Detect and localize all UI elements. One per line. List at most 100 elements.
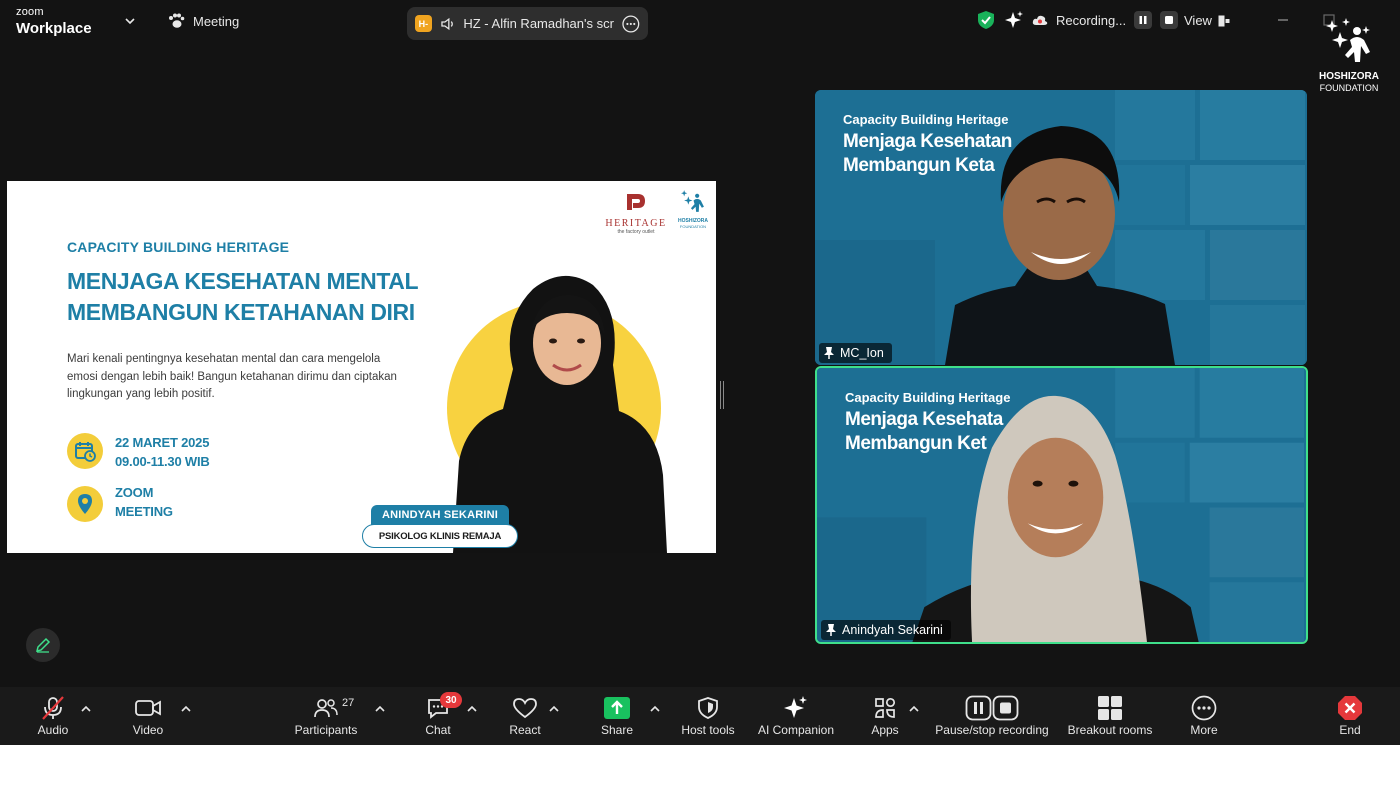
recording-label-toolbar: Pause/stop recording [935,723,1049,737]
video-button[interactable]: Video [128,687,168,745]
react-label: React [509,723,541,737]
share-label: Share [600,723,634,737]
pencil-icon [35,637,51,653]
apps-button[interactable]: Apps [865,687,905,745]
screen-share-indicator[interactable]: H- HZ - Alfin Ramadhan's screen [407,7,648,40]
tile-bg-title-line1: Menjaga Kesehata [845,409,1003,430]
top-bar: zoom Workplace Meeting H- HZ - Alfin Ram… [0,0,1400,93]
zoom-workplace-logo[interactable]: zoom Workplace [16,6,92,37]
end-meeting-button[interactable]: End [1330,687,1370,745]
participants-options-caret-icon[interactable] [374,703,386,715]
sharer-avatar: H- [415,15,432,32]
audio-button[interactable]: Audio [33,687,73,745]
event-date: 22 MARET 2025 [115,435,210,450]
audio-label: Audio [37,723,69,737]
location-pin-icon [67,486,103,522]
ai-companion-sparkle-icon [784,696,807,718]
event-venue: ZOOM MEETING [115,483,173,521]
slide-title-line1: MENJAGA KESEHATAN MENTAL [67,268,419,294]
breakout-rooms-icon [1098,696,1122,720]
event-time: 09.00-11.30 WIB [115,454,210,469]
heritage-logo: HERITAGE the factory outlet [605,193,667,235]
apps-grid-icon [875,697,896,718]
meeting-info-button[interactable]: Meeting [167,13,239,29]
hoshizora-watermark: HOSHIZORA FOUNDATION [1316,18,1382,93]
pause-stop-recording-button[interactable]: Pause/stop recording [933,687,1051,745]
participant-name: Anindyah Sekarini [842,623,943,637]
video-options-caret-icon[interactable] [180,703,192,715]
share-arrow-icon [604,697,630,719]
more-options-circle-icon [1191,695,1217,721]
shield-check-icon[interactable] [976,10,996,30]
shared-screen-slide: HERITAGE the factory outlet HOSHIZORA FO… [7,181,716,553]
watermark-line1: HOSHIZORA [1319,71,1379,82]
speaker-name-tag: ANINDYAH SEKARINI [371,505,509,525]
chat-unread-badge: 30 [440,692,462,708]
recording-label: Recording... [1056,12,1127,28]
apps-label: Apps [871,723,899,737]
slide-title-line2: MEMBANGUN KETAHANAN DIRI [67,299,415,325]
share-screen-button[interactable]: Share [597,687,637,745]
participants-count: 27 [342,697,355,709]
react-options-caret-icon[interactable] [548,703,560,715]
brand-line1: zoom [16,6,44,18]
more-options-icon[interactable] [622,15,640,33]
video-tile-anindyah-sekarini[interactable]: Capacity Building Heritage Menjaga Keseh… [815,366,1308,644]
participant-name: MC_Ion [840,346,884,360]
ai-companion-button[interactable]: AI Companion [756,687,836,745]
ai-sparkle-icon[interactable] [1004,10,1024,30]
breakout-rooms-button[interactable]: Breakout rooms [1066,687,1154,745]
slide-description: Mari kenali pentingnya kesehatan mental … [67,353,397,400]
event-datetime: 22 MARET 2025 09.00-11.30 WIB [115,433,210,471]
react-button[interactable]: React [505,687,545,745]
video-label: Video [132,723,164,737]
venue-line2: MEETING [115,504,173,519]
venue-line1: ZOOM [115,485,154,500]
slide-title: MENJAGA KESEHATAN MENTAL MEMBANGUN KETAH… [67,266,419,328]
chat-options-caret-icon[interactable] [466,703,478,715]
end-label: End [1339,723,1361,737]
microphone-muted-icon [42,696,64,720]
speaker-role-tag: PSIKOLOG KLINIS REMAJA [362,524,518,548]
split-view-resize-handle[interactable] [720,381,724,409]
audio-options-caret-icon[interactable] [80,703,92,715]
pause-icon [1139,16,1147,24]
stop-recording-button[interactable] [1160,11,1179,29]
top-right-status: Recording... [976,10,1179,30]
hoshizora-logo: HOSHIZORA FOUNDATION [676,189,710,229]
meeting-label: Meeting [193,13,240,29]
participants-button[interactable]: 27 Participants [292,687,360,745]
annotate-button[interactable] [26,628,60,662]
participants-icon [314,699,338,718]
brand-line2: Workplace [16,20,92,37]
tile-bg-title: Menjaga Kesehatan Membangun Keta [843,130,1012,178]
video-tile-mc-ion[interactable]: Capacity Building Heritage Menjaga Keseh… [815,90,1307,365]
heritage-sub: the factory outlet [617,229,655,235]
chat-label: Chat [425,723,451,737]
host-tools-button[interactable]: Host tools [678,687,738,745]
share-options-caret-icon[interactable] [649,703,661,715]
paw-icon [169,13,185,28]
hz-logo-sub: FOUNDATION [679,224,707,229]
tile-bg-kicker: Capacity Building Heritage [845,390,1011,405]
stop-icon [1165,16,1174,24]
host-tools-label: Host tools [681,723,735,737]
apps-options-caret-icon[interactable] [908,703,920,715]
video-camera-icon [135,700,161,716]
view-layout-icon [1218,15,1230,26]
minimize-icon[interactable] [1275,12,1291,28]
speaker-icon [440,17,453,30]
view-menu-button[interactable]: View [1184,13,1230,28]
participant-name-tag: Anindyah Sekarini [821,620,951,640]
hoshizora-mini-logo-icon [681,190,704,212]
chevron-down-icon[interactable] [123,14,137,28]
meeting-toolbar: Audio Video 27 Participants 30 Chat Reac… [0,687,1400,745]
hoshizora-star-logo-icon [1326,18,1370,62]
shield-icon [698,697,718,719]
chat-button[interactable]: 30 Chat [418,687,462,745]
more-button[interactable]: More [1184,687,1224,745]
calendar-icon [67,433,103,469]
zoom-window: zoom Workplace Meeting H- HZ - Alfin Ram… [0,0,1400,745]
recording-controls-icon [965,695,1019,721]
pause-recording-button[interactable] [1134,11,1153,29]
